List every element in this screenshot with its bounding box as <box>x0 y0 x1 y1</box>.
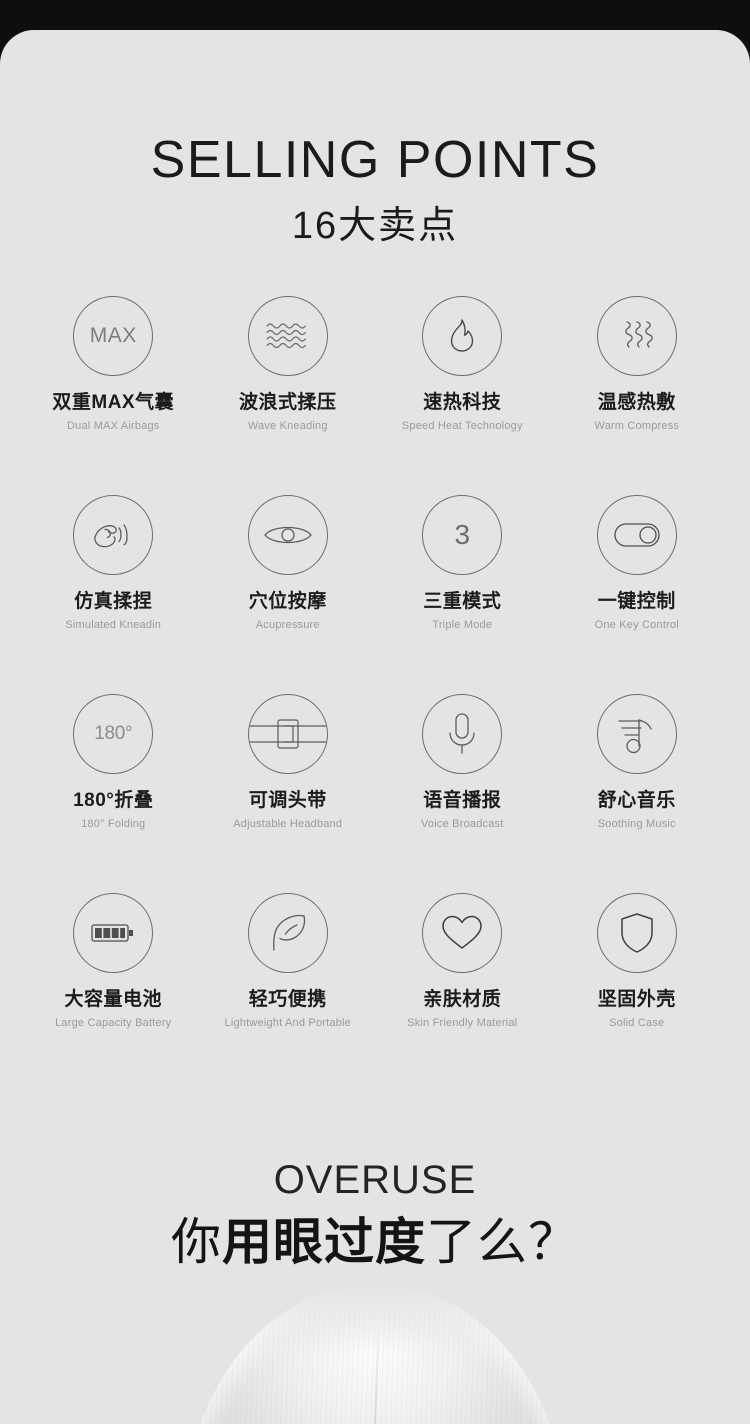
feature-label-cn: 波浪式揉压 <box>238 391 337 413</box>
feature-label-cn: 坚固外壳 <box>597 988 676 1010</box>
folding-angle-label: 180° <box>94 722 133 744</box>
feature-cell: 轻巧便携 Lightweight And Portable <box>201 892 376 1092</box>
wave-kneading-icon <box>247 295 328 376</box>
triple-mode-icon: 3 <box>422 494 503 575</box>
feature-cell: 穴位按摩 Acupressure <box>201 494 376 694</box>
feature-label-cn: 三重模式 <box>423 590 502 612</box>
product-detail-page: SELLING POINTS 16大卖点 MAX 双重MAX气囊 Dual MA… <box>0 30 750 1424</box>
feature-cell: 速热科技 Speed Heat Technology <box>375 295 550 495</box>
eye-acupressure-icon <box>247 494 328 575</box>
overuse-cn-part2: 用眼过度 <box>222 1213 426 1270</box>
feature-label-cn: 速热科技 <box>423 391 502 413</box>
max-airbag-icon: MAX <box>73 295 154 376</box>
steam-heat-icon <box>596 295 677 376</box>
music-note-icon <box>596 693 677 774</box>
feature-cell: 3 三重模式 Triple Mode <box>375 494 550 694</box>
overuse-cn-part1: 你 <box>171 1213 222 1270</box>
feather-icon <box>247 892 328 973</box>
feature-label-cn: 轻巧便携 <box>248 988 327 1010</box>
feature-label-en: Speed Heat Technology <box>401 419 523 432</box>
feature-cell: 坚固外壳 Solid Case <box>550 892 725 1092</box>
hand-kneading-icon <box>73 494 154 575</box>
feature-cell: 180° 180°折叠 180° Folding <box>26 693 201 893</box>
hero-header: SELLING POINTS 16大卖点 <box>0 30 750 248</box>
microphone-icon <box>422 693 503 774</box>
hair-top <box>185 1284 565 1424</box>
feature-label-en: Triple Mode <box>432 618 493 631</box>
feature-cell: 仿真揉捏 Simulated Kneadin <box>26 494 201 694</box>
shield-icon <box>596 892 677 973</box>
feature-label-cn: 温感热敷 <box>597 391 676 413</box>
overuse-section: OVERUSE 你用眼过度了么？ <box>0 1160 750 1272</box>
feature-cell: 舒心音乐 Soothing Music <box>550 693 725 893</box>
overuse-title-cn: 你用眼过度了么？ <box>0 1214 750 1272</box>
overuse-title-en: OVERUSE <box>273 1157 477 1202</box>
feature-label-en: 180° Folding <box>81 817 146 830</box>
feature-label-cn: 180°折叠 <box>73 789 154 811</box>
feature-label-cn: 语音播报 <box>423 789 502 811</box>
feature-label-cn: 穴位按摩 <box>248 590 327 612</box>
feature-label-en: Wave Kneading <box>247 419 328 432</box>
feature-label-en: Lightweight And Portable <box>224 1016 351 1029</box>
heart-icon <box>422 892 503 973</box>
feature-label-en: Dual MAX Airbags <box>67 419 160 432</box>
feature-cell: 温感热敷 Warm Compress <box>550 295 725 495</box>
feature-label-en: Skin Friendly Material <box>407 1016 518 1029</box>
feature-label-cn: 双重MAX气囊 <box>52 391 175 413</box>
max-icon-label: MAX <box>89 323 137 347</box>
feature-label-en: Large Capacity Battery <box>55 1016 172 1029</box>
feature-cell: 可调头带 Adjustable Headband <box>201 693 376 893</box>
feature-label-cn: 舒心音乐 <box>597 789 676 811</box>
feature-label-cn: 仿真揉捏 <box>74 590 153 612</box>
feature-label-en: Warm Compress <box>594 419 680 432</box>
feature-label-en: Acupressure <box>255 618 320 631</box>
page-title-en: SELLING POINTS <box>150 131 600 189</box>
selling-points-grid: MAX 双重MAX气囊 Dual MAX Airbags 波浪式揉压 Wave … <box>0 295 750 1092</box>
feature-label-en: Adjustable Headband <box>233 817 343 830</box>
feature-cell: MAX 双重MAX气囊 Dual MAX Airbags <box>26 295 201 495</box>
feature-label-cn: 一键控制 <box>597 590 676 612</box>
feature-label-cn: 亲肤材质 <box>423 988 502 1010</box>
flame-icon <box>422 295 503 376</box>
feature-cell: 语音播报 Voice Broadcast <box>375 693 550 893</box>
feature-label-en: Solid Case <box>609 1016 665 1029</box>
battery-icon <box>73 892 154 973</box>
feature-label-en: Soothing Music <box>597 817 676 830</box>
feature-label-cn: 大容量电池 <box>64 988 162 1010</box>
feature-cell: 亲肤材质 Skin Friendly Material <box>375 892 550 1092</box>
feature-label-en: Simulated Kneadin <box>65 618 162 631</box>
feature-cell: 大容量电池 Large Capacity Battery <box>26 892 201 1092</box>
feature-label-cn: 可调头带 <box>248 789 327 811</box>
toggle-switch-icon <box>596 494 677 575</box>
feature-cell: 波浪式揉压 Wave Kneading <box>201 295 376 495</box>
feature-label-en: One Key Control <box>594 618 679 631</box>
feature-cell: 一键控制 One Key Control <box>550 494 725 694</box>
person-head-photo <box>0 1284 750 1424</box>
page-title-cn: 16大卖点 <box>291 205 459 247</box>
triple-mode-number: 3 <box>454 518 471 550</box>
folding-180-icon: 180° <box>73 693 154 774</box>
overuse-cn-part3: 了么？ <box>426 1213 579 1270</box>
headband-buckle-icon <box>247 693 328 774</box>
feature-label-en: Voice Broadcast <box>421 817 504 830</box>
